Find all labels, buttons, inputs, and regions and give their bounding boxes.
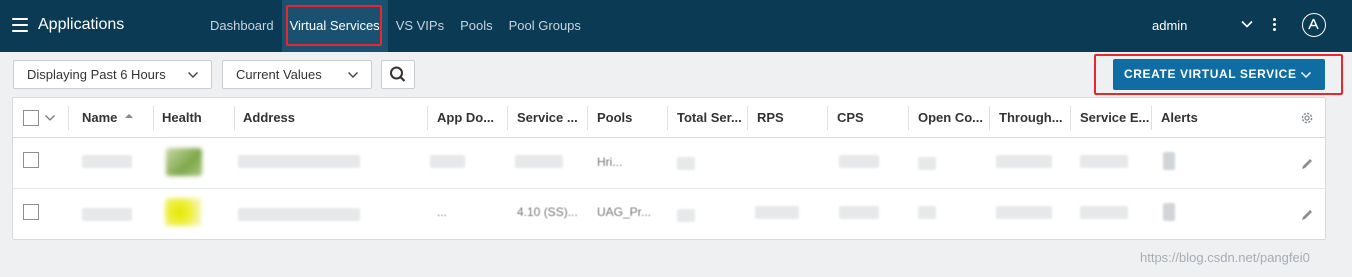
total-servers-redacted <box>677 157 695 170</box>
app-title[interactable]: Applications <box>38 16 124 34</box>
user-name[interactable]: admin <box>1152 18 1187 33</box>
rps-redacted <box>755 206 799 219</box>
column-separator <box>1151 106 1152 130</box>
column-separator <box>747 106 748 130</box>
edit-pencil-icon[interactable] <box>1300 208 1314 222</box>
cps-redacted <box>839 155 879 168</box>
table-row[interactable]: Hri... <box>13 138 1325 189</box>
column-separator <box>587 106 588 130</box>
column-separator <box>667 106 668 130</box>
chevron-down-icon[interactable] <box>1240 17 1254 31</box>
vs-name-redacted[interactable] <box>82 155 132 168</box>
highlight-box-create <box>1094 54 1343 95</box>
column-separator <box>234 106 235 130</box>
column-rps[interactable]: RPS <box>757 98 827 138</box>
column-health[interactable]: Health <box>162 98 232 138</box>
service-port-text: 4.10 (SS)... <box>517 205 578 219</box>
virtual-services-table: Name Health Address App Do... Service ..… <box>12 97 1326 240</box>
total-servers-redacted <box>677 209 695 222</box>
watermark: https://blog.csdn.net/pangfei0 <box>1140 250 1310 265</box>
column-service-port[interactable]: Service ... <box>517 98 587 138</box>
row-checkbox[interactable] <box>23 204 39 220</box>
address-redacted <box>238 155 360 168</box>
alerts-redacted <box>1163 203 1175 221</box>
time-range-select[interactable]: Displaying Past 6 Hours <box>13 60 212 89</box>
settings-gear-icon[interactable] <box>1299 110 1315 126</box>
column-separator <box>989 106 990 130</box>
chevron-down-icon[interactable] <box>44 112 56 124</box>
nav-pool-groups[interactable]: Pool Groups <box>501 0 589 52</box>
column-app-domain[interactable]: App Do... <box>437 98 507 138</box>
chevron-down-icon <box>188 72 198 78</box>
column-separator <box>68 106 69 130</box>
value-mode-value: Current Values <box>236 67 322 82</box>
app-domain-redacted <box>430 155 465 168</box>
nav-pools[interactable]: Pools <box>452 0 501 52</box>
open-connections-redacted <box>918 157 936 170</box>
column-separator <box>427 106 428 130</box>
address-redacted <box>238 208 360 221</box>
edit-pencil-icon[interactable] <box>1300 157 1314 171</box>
column-alerts[interactable]: Alerts <box>1161 98 1231 138</box>
app-domain-text: ... <box>437 205 448 219</box>
open-connections-redacted <box>918 206 936 219</box>
column-total-servers[interactable]: Total Ser... <box>677 98 747 138</box>
service-port-redacted <box>515 155 563 168</box>
chevron-down-icon <box>348 72 358 78</box>
nav-vs-vips[interactable]: VS VIPs <box>388 0 452 52</box>
column-cps[interactable]: CPS <box>837 98 907 138</box>
row-checkbox[interactable] <box>23 152 39 168</box>
main-nav: Dashboard Virtual Services VS VIPs Pools… <box>200 0 589 52</box>
vs-name-redacted[interactable] <box>82 208 132 221</box>
highlight-box-nav <box>286 5 382 46</box>
column-separator <box>908 106 909 130</box>
value-mode-select[interactable]: Current Values <box>222 60 372 89</box>
throughput-redacted <box>996 206 1052 219</box>
top-navigation-bar: Applications Dashboard Virtual Services … <box>0 0 1352 52</box>
service-engine-redacted <box>1080 206 1128 219</box>
column-open-connections[interactable]: Open Co... <box>918 98 988 138</box>
menu-icon[interactable] <box>12 18 28 32</box>
column-separator <box>507 106 508 130</box>
time-range-value: Displaying Past 6 Hours <box>27 67 166 82</box>
search-button[interactable] <box>381 60 415 89</box>
search-icon <box>390 66 406 82</box>
column-separator <box>827 106 828 130</box>
pool-link[interactable]: Hri... <box>597 155 637 169</box>
column-separator <box>1070 106 1071 130</box>
column-pools[interactable]: Pools <box>597 98 667 138</box>
health-score-badge[interactable] <box>166 148 202 176</box>
kebab-icon[interactable] <box>1272 18 1278 34</box>
health-score-badge[interactable] <box>165 198 201 226</box>
service-engine-redacted <box>1080 155 1128 168</box>
select-all-checkbox[interactable] <box>23 110 39 126</box>
brand-logo-icon[interactable] <box>1302 13 1326 37</box>
table-header: Name Health Address App Do... Service ..… <box>13 98 1325 138</box>
column-throughput[interactable]: Through... <box>999 98 1069 138</box>
table-row[interactable]: ... 4.10 (SS)... UAG_Pr... <box>13 190 1325 241</box>
nav-dashboard[interactable]: Dashboard <box>202 0 282 52</box>
column-separator <box>153 106 154 130</box>
column-address[interactable]: Address <box>243 98 423 138</box>
pool-link[interactable]: UAG_Pr... <box>597 205 659 219</box>
cps-redacted <box>839 206 879 219</box>
column-name[interactable]: Name <box>82 98 152 138</box>
sort-asc-icon[interactable] <box>124 112 134 120</box>
column-service-engine[interactable]: Service E... <box>1080 98 1150 138</box>
alerts-redacted <box>1163 152 1175 170</box>
throughput-redacted <box>996 155 1052 168</box>
